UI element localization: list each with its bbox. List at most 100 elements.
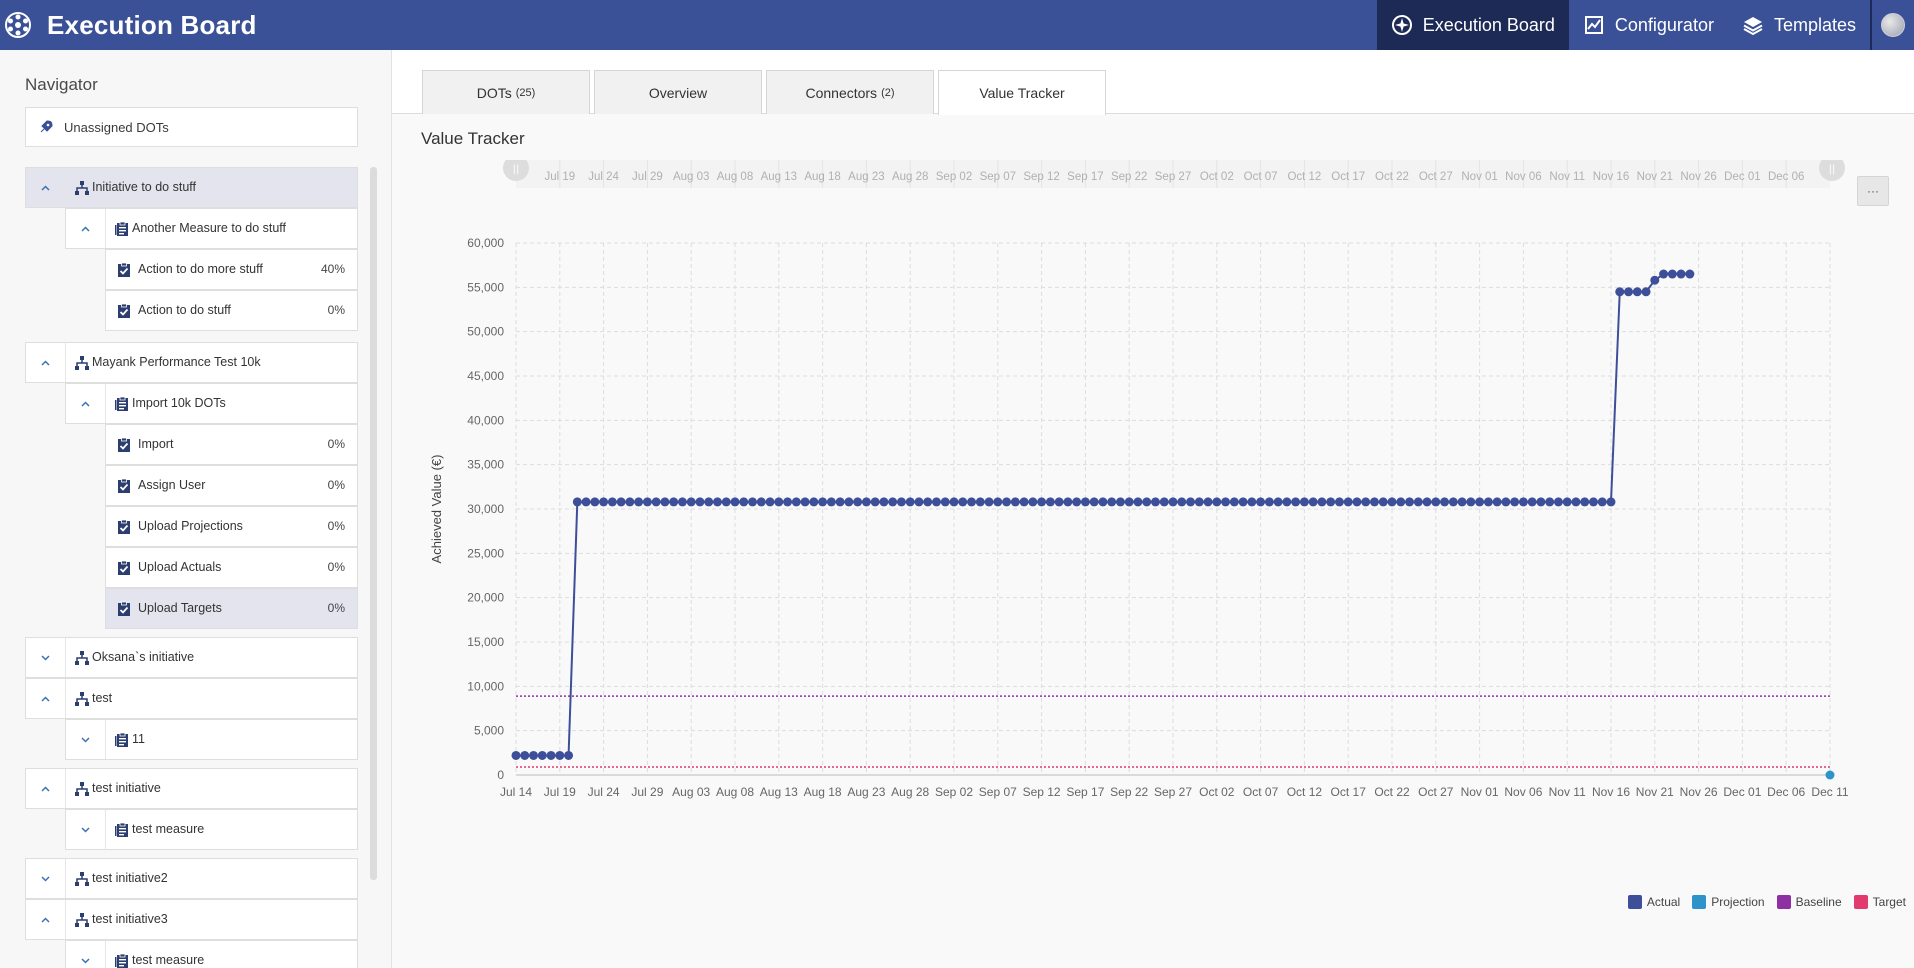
tab-dots[interactable]: DOTs (25) bbox=[422, 70, 590, 114]
expand-toggle[interactable] bbox=[26, 638, 66, 677]
navigator-tick-label: Oct 02 bbox=[1200, 171, 1234, 183]
tab-label: Overview bbox=[648, 84, 708, 101]
actual-data-point bbox=[642, 497, 652, 507]
actual-data-point bbox=[1580, 497, 1590, 507]
actual-data-point bbox=[923, 497, 933, 507]
tree-row[interactable]: test bbox=[25, 678, 358, 719]
app-title: Execution Board bbox=[47, 9, 257, 40]
actual-data-point bbox=[958, 497, 968, 507]
unassigned-dots-button[interactable]: Unassigned DOTs bbox=[25, 107, 358, 147]
navigator-heading: Navigator bbox=[25, 75, 98, 94]
actual-data-point bbox=[1256, 497, 1266, 507]
clipboard-check-icon bbox=[118, 303, 130, 318]
expand-toggle[interactable] bbox=[66, 720, 106, 759]
tree-row[interactable]: Mayank Performance Test 10k bbox=[25, 342, 358, 383]
expand-toggle[interactable] bbox=[26, 900, 66, 939]
chart-menu-button[interactable]: ··· bbox=[1857, 176, 1889, 206]
tree-row[interactable]: Action to do stuff 0% bbox=[105, 290, 358, 331]
legend-item-baseline[interactable]: Baseline bbox=[1776, 895, 1842, 909]
x-tick-label: Oct 02 bbox=[1199, 785, 1235, 799]
navigator-tick-label: Nov 21 bbox=[1637, 171, 1673, 183]
legend-item-projection[interactable]: Projection bbox=[1692, 895, 1765, 909]
actual-data-point bbox=[1588, 497, 1598, 507]
chart-legend: Actual Projection Baseline Target bbox=[1627, 895, 1906, 909]
user-menu[interactable] bbox=[1872, 0, 1914, 50]
navigator-tick-label: Nov 26 bbox=[1680, 171, 1716, 183]
tab-value-tracker[interactable]: Value Tracker bbox=[938, 70, 1106, 115]
actual-data-point bbox=[844, 497, 854, 507]
avatar[interactable] bbox=[1881, 13, 1905, 37]
actual-data-point bbox=[1282, 497, 1292, 507]
expand-toggle[interactable] bbox=[26, 769, 66, 808]
actual-data-point bbox=[1238, 497, 1248, 507]
navigator-tick-label: Dec 01 bbox=[1724, 171, 1760, 183]
nav-execution-board[interactable]: Execution Board bbox=[1376, 0, 1569, 50]
tab-connectors[interactable]: Connectors (2) bbox=[766, 70, 934, 114]
nav-configurator[interactable]: Configurator bbox=[1569, 0, 1728, 50]
tree-row[interactable]: Import 10k DOTs bbox=[65, 383, 358, 424]
expand-toggle[interactable] bbox=[26, 168, 66, 207]
tree-scrollbar[interactable] bbox=[370, 167, 377, 880]
tree-row[interactable]: test measure bbox=[65, 940, 358, 968]
x-tick-label: Sep 12 bbox=[1023, 785, 1061, 799]
tree-row[interactable]: test measure bbox=[65, 809, 358, 850]
tree-row[interactable]: Another Measure to do stuff bbox=[65, 208, 358, 249]
expand-toggle[interactable] bbox=[26, 859, 66, 898]
x-tick-label: Oct 17 bbox=[1331, 785, 1367, 799]
navigator-tick-label: Aug 13 bbox=[761, 171, 797, 183]
clipboard-check-icon bbox=[118, 601, 130, 616]
actual-data-point bbox=[1264, 497, 1274, 507]
tree-row-label: Upload Actuals bbox=[138, 560, 222, 574]
tree-row[interactable]: Import 0% bbox=[105, 424, 358, 465]
tree-row-label: Assign User bbox=[138, 478, 206, 492]
tree-row[interactable]: 11 bbox=[65, 719, 358, 760]
expand-toggle[interactable] bbox=[66, 810, 106, 849]
chevron-up-icon bbox=[41, 185, 50, 191]
actual-data-point bbox=[1186, 497, 1196, 507]
expand-toggle[interactable] bbox=[26, 343, 66, 382]
legend-item-actual[interactable]: Actual bbox=[1627, 895, 1680, 909]
navigator-tick-label: Aug 18 bbox=[804, 171, 840, 183]
x-tick-label: Nov 01 bbox=[1461, 785, 1499, 799]
actual-data-point bbox=[835, 497, 845, 507]
tree-row-label: Action to do more stuff bbox=[138, 262, 263, 276]
value-tracker-chart: || || Jul 19 Jul 24 Jul 29 Aug 03 Aug 08 Aug 13… bbox=[429, 160, 1849, 799]
clipboard-check-icon bbox=[118, 262, 130, 277]
expand-toggle[interactable] bbox=[26, 679, 66, 718]
tree-row[interactable]: test initiative bbox=[25, 768, 358, 809]
tab-overview[interactable]: Overview bbox=[594, 70, 762, 114]
tree-row[interactable]: Oksana`s initiative bbox=[25, 637, 358, 678]
actual-data-point bbox=[712, 497, 722, 507]
tree-row[interactable]: Action to do more stuff 40% bbox=[105, 249, 358, 290]
y-tick-label: 45,000 bbox=[467, 369, 504, 383]
actual-data-point bbox=[896, 497, 906, 507]
navigator-tick-label: Oct 27 bbox=[1419, 171, 1453, 183]
clipboard-check-icon bbox=[118, 560, 130, 575]
navigator-tick-label: Oct 17 bbox=[1331, 171, 1365, 183]
tree-row-label: Mayank Performance Test 10k bbox=[92, 355, 261, 369]
actual-data-point bbox=[1299, 497, 1309, 507]
expand-toggle[interactable] bbox=[66, 941, 106, 968]
legend-item-target[interactable]: Target bbox=[1853, 895, 1906, 909]
expand-toggle[interactable] bbox=[66, 384, 106, 423]
tree-row[interactable]: Upload Projections 0% bbox=[105, 506, 358, 547]
tree-row[interactable]: test initiative3 bbox=[25, 899, 358, 940]
tree-row[interactable]: Upload Targets 0% bbox=[105, 588, 358, 629]
actual-data-point bbox=[1361, 497, 1371, 507]
actual-data-point bbox=[774, 497, 784, 507]
y-tick-label: 35,000 bbox=[467, 458, 504, 472]
top-bar: Execution Board Execution Board Configur… bbox=[0, 0, 1914, 50]
tree-row[interactable]: Assign User 0% bbox=[105, 465, 358, 506]
actual-data-point bbox=[1142, 497, 1152, 507]
nav-templates[interactable]: Templates bbox=[1728, 0, 1870, 50]
y-tick-label: 55,000 bbox=[467, 280, 504, 294]
actual-data-point bbox=[818, 497, 828, 507]
nav-templates-label: Templates bbox=[1773, 14, 1856, 35]
expand-toggle[interactable] bbox=[66, 209, 106, 248]
navigator-tick-label: Aug 23 bbox=[848, 171, 884, 183]
tree-row[interactable]: Upload Actuals 0% bbox=[105, 547, 358, 588]
clipboard-check-icon bbox=[118, 519, 130, 534]
tree-row[interactable]: test initiative2 bbox=[25, 858, 358, 899]
y-tick-label: 60,000 bbox=[467, 236, 504, 250]
tree-row[interactable]: Initiative to do stuff bbox=[25, 167, 358, 208]
